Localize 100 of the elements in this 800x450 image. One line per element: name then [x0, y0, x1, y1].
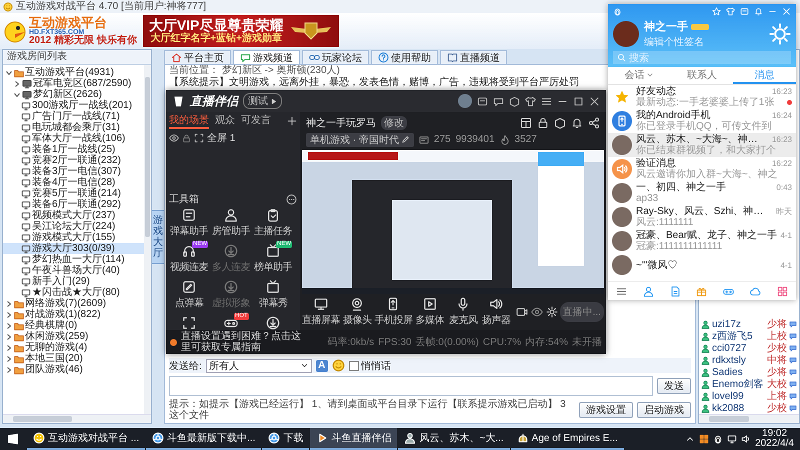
tree-item[interactable]: 梦幻新区(2626) [3, 89, 144, 100]
tree-item[interactable]: 吴江论坛大厅(224) [3, 221, 144, 232]
conversation-item[interactable]: Ray-Sky、风云、Szhi、神… 昨天 风云:1111111 [608, 205, 796, 229]
box-icon[interactable] [509, 96, 520, 106]
taskbar-item[interactable]: Age of Empires E... [510, 428, 624, 450]
tree-item[interactable]: ★闪击战★大厅(80) [3, 287, 144, 298]
recipient-dropdown[interactable]: 所有人 [206, 358, 312, 372]
scene-tab[interactable]: 可发言 [241, 113, 271, 129]
whisper-checkbox[interactable]: 悄悄话 [348, 358, 391, 372]
clock[interactable]: 19:02 2022/4/4 [755, 429, 794, 449]
star-icon[interactable] [712, 7, 721, 16]
tree-item[interactable]: 300游戏厅一战线(201) [3, 100, 144, 111]
close-icon[interactable] [589, 96, 600, 106]
lock-icon[interactable] [537, 116, 549, 128]
tree-item[interactable]: 互动游戏平台(4931) [3, 67, 144, 78]
action-button[interactable]: 启动游戏 [637, 402, 691, 418]
tree-item[interactable]: 电玩城都会乘厅(31) [3, 122, 144, 133]
channel-tab[interactable]: 使用帮助 [371, 50, 438, 64]
scene-tab[interactable]: 我的场景 [169, 113, 209, 129]
eye-icon[interactable] [169, 133, 179, 143]
source-button[interactable]: 摄像头 [341, 297, 374, 327]
tool-button[interactable]: 房管助手 [211, 206, 251, 240]
version-button[interactable]: 测试 [243, 93, 282, 109]
expand-caret-icon[interactable] [5, 354, 13, 362]
tree-item[interactable]: 无聊的游戏(4) [3, 342, 144, 353]
taskbar-item[interactable]: 斗鱼最新版下载中... [146, 428, 262, 450]
tree-item[interactable]: 视频模式大厅(237) [3, 210, 144, 221]
message-icon[interactable] [493, 96, 504, 106]
record-icon[interactable] [516, 306, 528, 318]
vip-banner[interactable]: 大厅VIP尽显尊贵荣耀 大厅红字名字+蓝钻+游戏勋章 [142, 15, 340, 47]
taskbar-item[interactable]: 斗鱼直播伴侣 [310, 428, 398, 450]
tree-item[interactable]: 军体大厅一战线(106) [3, 133, 144, 144]
tree-item[interactable]: 经典棋牌(0) [3, 320, 144, 331]
tree-item[interactable]: 团队游戏(46) [3, 364, 144, 375]
tree-item[interactable]: 游戏模式大厅(155) [3, 232, 144, 243]
maximize-icon[interactable] [573, 96, 584, 106]
action-button[interactable]: 游戏设置 [579, 402, 633, 418]
tree-item[interactable]: 装备4厅一电信(28) [3, 177, 144, 188]
tree-item[interactable]: 午夜斗兽场大厅(40) [3, 265, 144, 276]
conversation-item[interactable]: 一、初四、神之一手 0:43 ap33 [608, 181, 796, 205]
side-tab[interactable]: 游戏大厅 [152, 210, 165, 264]
expand-caret-icon[interactable] [5, 322, 13, 330]
contact-tab[interactable]: 联系人 [670, 67, 734, 84]
tree-item[interactable]: 新手入门(29) [3, 276, 144, 287]
tree-item[interactable]: 冠军电竞区(687/2590) [3, 78, 144, 89]
layout-icon[interactable] [520, 116, 532, 128]
expand-caret-icon[interactable] [13, 80, 21, 88]
tree-item[interactable]: 梦幻热血一大厅(114) [3, 254, 144, 265]
tool-button[interactable]: 主播任务 [253, 206, 293, 240]
taskbar-item[interactable]: 风云、苏木、~大... [398, 428, 510, 450]
plus-icon[interactable] [287, 116, 297, 126]
file-icon[interactable] [670, 286, 681, 296]
contact-tab[interactable]: 会话 [608, 67, 671, 84]
collapse-caret-icon[interactable] [13, 90, 21, 98]
channel-tab[interactable]: 玩家论坛 [302, 50, 369, 64]
penguin-icon[interactable] [713, 434, 724, 444]
volume-icon[interactable] [741, 434, 752, 444]
box-icon[interactable] [554, 116, 566, 128]
tree-item[interactable]: 装备6厅一联通(292) [3, 199, 144, 210]
tree-item[interactable]: 网络游戏(7)(2609) [3, 298, 144, 309]
expand-caret-icon[interactable] [5, 310, 13, 318]
conversation-item[interactable]: ~'''微风♡ 4-1 [608, 253, 796, 277]
tool-button[interactable]: 弹幕助手 [169, 206, 209, 240]
source-button[interactable]: 直播屏幕 [302, 297, 340, 327]
bell-icon[interactable] [571, 116, 583, 128]
scene-tab[interactable]: 观众 [215, 113, 235, 129]
menu-icon[interactable] [541, 96, 552, 106]
lock-icon[interactable] [182, 134, 191, 142]
avatar-icon[interactable] [458, 94, 472, 108]
conversation-item[interactable]: 我的Android手机 16:24 你已登录手机QQ，可传文件到 [608, 109, 796, 133]
menu-icon[interactable] [616, 286, 627, 296]
taskbar-item[interactable]: 互动游戏对战平台 ... [27, 428, 146, 450]
shirt-icon[interactable] [525, 96, 536, 106]
avatar[interactable] [613, 21, 639, 47]
grid-icon[interactable] [699, 434, 710, 444]
tree-item[interactable]: 竞赛5厅一联通(214) [3, 188, 144, 199]
expand-caret-icon[interactable] [5, 332, 13, 340]
cloud-icon[interactable] [750, 286, 762, 296]
tree-item[interactable]: 游戏大厅303(0/39) [3, 243, 144, 254]
tree-item[interactable]: 休闲游戏(259) [3, 331, 144, 342]
conversation-item[interactable]: 冠豪、Bear赋、龙子、神之一手 4-1 冠豪:1111111111111 [608, 229, 796, 253]
font-color-button[interactable]: A [316, 360, 328, 372]
tool-button[interactable]: 弹幕秀 [253, 278, 293, 312]
smile-icon[interactable] [332, 359, 345, 372]
horizontal-scrollbar[interactable] [3, 414, 151, 423]
collapse-caret-icon[interactable] [5, 68, 13, 76]
tree-item[interactable]: 对战游戏(1)(822) [3, 309, 144, 320]
conversation-item[interactable]: 验证消息 16:22 风云邀请你加入群~大海~、神之 [608, 157, 796, 181]
channel-tab[interactable]: 平台主页 [164, 50, 231, 64]
share-icon[interactable] [588, 116, 600, 128]
expand-caret-icon[interactable] [5, 344, 13, 352]
tree-item[interactable]: 广告门厅一战线(71) [3, 111, 144, 122]
help-link[interactable]: 直播设置遇到困难？点击这里可获取专属指南 [181, 331, 305, 353]
source-button[interactable]: 麦克风 [446, 297, 480, 327]
grid-icon[interactable] [776, 286, 788, 296]
horizontal-scrollbar[interactable] [699, 414, 799, 423]
person-icon[interactable] [642, 286, 654, 296]
conversation-item[interactable]: 风云、苏木、~大海~、神… 16:23 你已结束群视频了，和大家打个 [608, 133, 796, 157]
source-button[interactable]: 多媒体 [413, 297, 446, 327]
tool-button[interactable]: 点弹幕 [169, 278, 209, 312]
